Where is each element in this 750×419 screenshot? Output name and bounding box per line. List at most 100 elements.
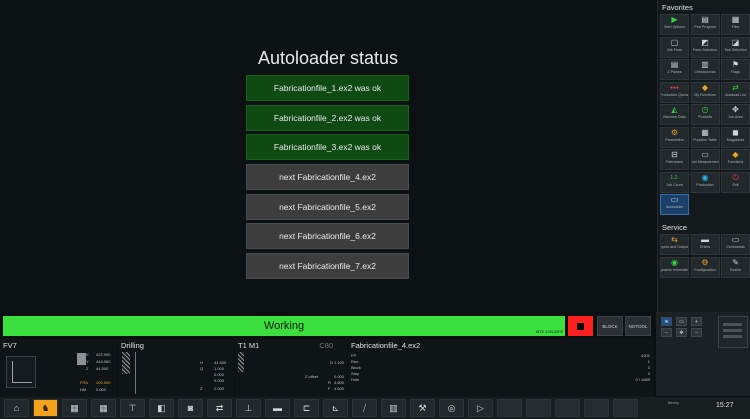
- tile-label: Form Selection: [692, 47, 718, 52]
- tile-autoload-list[interactable]: ⇄ Autoload List: [721, 81, 750, 103]
- tile-flags[interactable]: ⚑ Flags: [721, 59, 750, 80]
- drill-icon[interactable]: ⊥: [236, 399, 261, 417]
- file-row-label: Stop: [351, 371, 360, 376]
- star-icon[interactable]: ★: [661, 317, 672, 326]
- tile-label: Autoload List: [725, 92, 746, 97]
- tool-name: T1 M1: [238, 341, 260, 350]
- favorites-title: Favorites: [662, 3, 693, 12]
- tile-inputs-and-outputs[interactable]: ⇆ Inputs and Outputs: [660, 234, 689, 255]
- tile-label: Production Queue: [660, 92, 689, 97]
- chart-icon[interactable]: ◧: [149, 399, 174, 417]
- block-button[interactable]: BLOCK: [597, 316, 623, 336]
- axis-icon: [6, 356, 36, 388]
- tool-param-name: D: [330, 360, 333, 365]
- measure-icon: ▭: [701, 150, 709, 159]
- feed-label: FRA: [80, 380, 88, 385]
- tile-products[interactable]: ◷ Products: [690, 104, 720, 125]
- tile-label: Job Area: [728, 115, 743, 119]
- tile-production[interactable]: ◉ Production: [690, 171, 720, 193]
- tile-configuration[interactable]: ⚙ Configuration: [690, 256, 720, 278]
- drill-param-name: Q: [200, 366, 204, 371]
- tile-label: Exit: [732, 182, 739, 187]
- empty-5[interactable]: [613, 399, 638, 417]
- drill-param-value: 1.000: [214, 366, 225, 371]
- count-icon: 1.2.: [670, 174, 679, 181]
- camera-icon[interactable]: ◙: [178, 399, 203, 417]
- tile-critical-areas[interactable]: ▥ Critical Areas: [690, 59, 720, 80]
- robot-icon[interactable]: ♞: [33, 399, 58, 417]
- selection-icon: ◩: [701, 37, 709, 47]
- sequence-icon[interactable]: ⇄: [207, 399, 232, 417]
- layout-icon[interactable]: ▦: [62, 399, 87, 417]
- tile-files[interactable]: ▦ Files: [721, 14, 750, 35]
- grid-icon[interactable]: ▦: [91, 399, 116, 417]
- file-row-label: Hole: [351, 377, 360, 382]
- dynamic-icon: ◉: [671, 257, 678, 267]
- tile-drives[interactable]: ▬ Drives: [690, 234, 720, 255]
- axis-icon[interactable]: ⊾: [323, 399, 348, 417]
- minus-icon[interactable]: −: [691, 328, 702, 337]
- zoom-out-icon[interactable]: −: [661, 328, 672, 337]
- tile-label: Enable: [729, 267, 742, 272]
- status-row: Fabricationfile_2.ex2 was ok: [246, 104, 409, 131]
- tile-tool-selection[interactable]: ◪ Tool Selection: [721, 36, 750, 58]
- tile-label: My Functions: [694, 92, 716, 97]
- empty-2[interactable]: [526, 399, 551, 417]
- video-icon[interactable]: ▷: [468, 399, 493, 417]
- tile-production-queue[interactable]: ●●● Production Queue: [660, 81, 689, 103]
- tile-exit[interactable]: ⏻ Exit: [721, 171, 750, 193]
- planes-icon: ▤: [670, 60, 679, 69]
- list-icon: ⇄: [732, 82, 739, 92]
- machine-icon: ◭: [671, 105, 678, 114]
- saw-icon[interactable]: ⧸: [352, 399, 377, 417]
- tool-info: T1 M1 C80 D 1.100 Z offset 0.000 R 4.600…: [235, 339, 347, 397]
- drill-param-value: 44.500: [214, 360, 227, 365]
- move-icon: ✥: [732, 105, 739, 114]
- tile-tool-measurement[interactable]: ▭ Tool Measurement: [690, 149, 720, 170]
- tile-part-program[interactable]: ▤ Part Program: [690, 14, 720, 35]
- tile-job-form[interactable]: ▢ Job Form: [660, 36, 689, 58]
- working-code: INTE-100100FE: [535, 330, 563, 334]
- file-name: Fabricationfile_4.ex2: [351, 341, 421, 350]
- wrench-icon[interactable]: ⚒: [410, 399, 435, 417]
- move-icon[interactable]: ✥: [676, 328, 687, 337]
- status-row: Fabricationfile_1.ex2 was ok: [246, 75, 409, 101]
- tile-form-selection[interactable]: ◩ Form Selection: [690, 36, 720, 58]
- tile-tolerances[interactable]: ⊟ Tolerances: [660, 149, 689, 170]
- status-row: next Fabricationfile_5.ex2: [246, 193, 409, 220]
- tile-label: Part Program: [694, 25, 716, 29]
- tile-machine-data[interactable]: ◭ Machine Data: [660, 104, 689, 125]
- vise-icon[interactable]: ▬: [265, 399, 290, 417]
- tile-parameters[interactable]: ⚙ Parameters: [660, 126, 689, 148]
- empty-4[interactable]: [584, 399, 609, 417]
- stop-button[interactable]: [568, 316, 593, 336]
- tile-job-count[interactable]: 1.2. Job Count: [660, 171, 689, 193]
- tower-icon[interactable]: ▥: [381, 399, 406, 417]
- tile-job-area[interactable]: ✥ Job Area: [721, 104, 750, 125]
- tool-icon[interactable]: ⊤: [120, 399, 145, 417]
- io-icon: ⇆: [671, 235, 678, 244]
- tile-functions[interactable]: ◆ Functions: [721, 149, 750, 170]
- display-icon[interactable]: ▭: [676, 317, 687, 326]
- tile-commands[interactable]: ▭ Commands: [721, 234, 750, 255]
- empty-3[interactable]: [555, 399, 580, 417]
- tile-autoloader[interactable]: ▭ Autoloader: [660, 194, 689, 215]
- tile-enable[interactable]: ✎ Enable: [721, 256, 750, 278]
- rotation-icon[interactable]: ◎: [439, 399, 464, 417]
- clamp-icon[interactable]: ⊏: [294, 399, 319, 417]
- tile-z-planes[interactable]: ▤ Z Planes: [660, 59, 689, 80]
- parameters-icon: ⚙: [670, 127, 679, 137]
- tile-magazines[interactable]: ◼ Magazines: [721, 126, 750, 148]
- notool-button[interactable]: NOTOOL: [625, 316, 651, 336]
- tile-my-functions[interactable]: ◆ My Functions: [690, 81, 720, 103]
- tile-label: Start Options: [664, 25, 685, 29]
- feed-value: 200.000: [96, 380, 111, 385]
- tool-label: T1 M1 C80: [235, 339, 347, 352]
- empty-1[interactable]: [497, 399, 522, 417]
- home-icon[interactable]: ⌂: [4, 399, 29, 417]
- tile-dynamic-information[interactable]: ◉Dynamic Information: [660, 256, 689, 278]
- tile-start-options[interactable]: ▶ Start Options: [660, 14, 689, 35]
- plus-icon[interactable]: +: [691, 317, 702, 326]
- tile-function-table[interactable]: ▦ Function Table: [690, 126, 720, 148]
- tool-icon: [238, 352, 244, 372]
